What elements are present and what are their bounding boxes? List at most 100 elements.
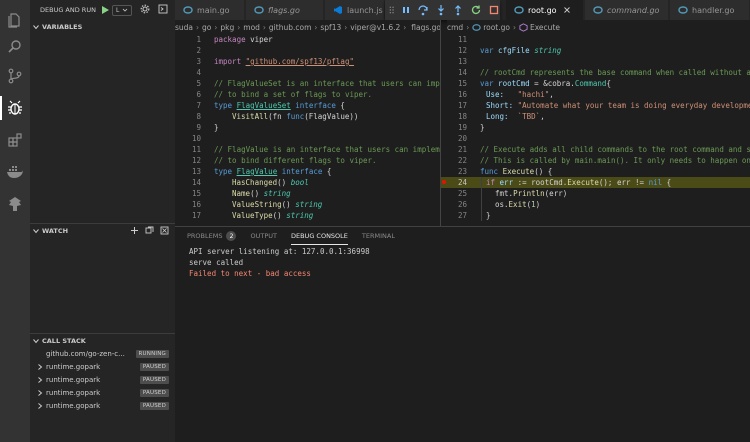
- breadcrumb-item[interactable]: Execute: [530, 23, 560, 32]
- bottom-panel: PROBLEMS 2 OUTPUT DEBUG CONSOLE TERMINAL…: [175, 226, 750, 442]
- breadcrumb-item[interactable]: pkg: [220, 23, 234, 32]
- tab-label: DEBUG CONSOLE: [290, 231, 348, 240]
- editor-root-go[interactable]: 11 12 var cfgFile string 13 14 // rootCmd …: [441, 34, 750, 226]
- add-expression-icon[interactable]: [130, 226, 139, 235]
- drag-handle-icon[interactable]: [389, 4, 394, 16]
- code-token: interface: [295, 101, 336, 110]
- code-token: Exit: [508, 200, 527, 209]
- code-token: ValueType: [232, 211, 273, 220]
- pause-icon[interactable]: [399, 3, 412, 17]
- launch-config-select[interactable]: L: [111, 4, 132, 16]
- stack-item-name: runtime.gopark: [46, 389, 101, 397]
- breadcrumb-item[interactable]: root.go: [483, 23, 510, 32]
- status-badge: PAUSED: [139, 363, 169, 371]
- line-number: 16: [191, 200, 201, 209]
- code-token: HasChanged: [232, 178, 278, 187]
- chevron-down-icon: [33, 228, 39, 233]
- stack-item-name: runtime.gopark: [46, 363, 101, 371]
- editor-flags-go[interactable]: 1 package viper 2 3 import "github.com/spf…: [175, 34, 440, 226]
- breadcrumb-item[interactable]: mod: [243, 23, 260, 32]
- tab-terminal[interactable]: TERMINAL: [362, 227, 395, 245]
- code-token: Use:: [486, 90, 505, 99]
- code-token: if: [486, 178, 496, 187]
- code-token: Execute: [567, 178, 599, 187]
- watch-section-header[interactable]: WATCH: [30, 223, 175, 237]
- restart-icon[interactable]: [470, 3, 483, 17]
- code-token: fmt.: [495, 189, 514, 198]
- line-number: 8: [196, 112, 201, 121]
- start-debugging-icon[interactable]: [100, 5, 110, 15]
- variables-section-header[interactable]: VARIABLES: [30, 20, 175, 34]
- status-badge: PAUSED: [139, 376, 169, 384]
- code-token: (err): [544, 189, 568, 198]
- code-token: viper: [245, 35, 273, 44]
- code-token: (); err !=: [598, 178, 649, 187]
- go-file-icon: [678, 6, 688, 14]
- line-number: 2: [196, 46, 201, 55]
- chevron-right-icon: [38, 377, 43, 383]
- breadcrumb-item[interactable]: flags.go: [411, 23, 440, 32]
- console-line: API server listening at: 127.0.0.1:36998: [189, 247, 370, 256]
- code-token: import: [214, 57, 242, 66]
- tab-label: PROBLEMS: [187, 232, 223, 240]
- breadcrumb-item[interactable]: spf13: [320, 23, 341, 32]
- tab-command-go[interactable]: command.go: [585, 0, 669, 20]
- stack-item[interactable]: github.com/go-zen-c... RUNNING: [30, 348, 175, 360]
- tab-main-go[interactable]: main.go: [175, 0, 245, 20]
- function-icon: [519, 22, 528, 32]
- code-token: {: [335, 101, 345, 110]
- remove-all-icon[interactable]: [160, 226, 169, 235]
- breadcrumb-item[interactable]: viper@v1.6.2: [350, 23, 400, 32]
- tab-debug-console[interactable]: DEBUG CONSOLE: [290, 227, 348, 245]
- breadcrumb-item[interactable]: go: [202, 23, 211, 32]
- tab-flags-go[interactable]: flags.go: [246, 0, 324, 20]
- line-number: 18: [457, 112, 467, 121]
- explorer-icon[interactable]: [3, 8, 27, 32]
- line-number: 24: [457, 178, 467, 187]
- line-number: 13: [457, 57, 467, 66]
- line-number: 7: [196, 101, 201, 110]
- tab-root-go[interactable]: root.go: [506, 0, 584, 20]
- step-out-icon[interactable]: [452, 3, 465, 17]
- code-token: string: [286, 211, 314, 220]
- code-token: Long:: [486, 112, 509, 121]
- line-number: 15: [457, 79, 467, 88]
- debug-console-toggle-icon[interactable]: [158, 4, 168, 16]
- code-token: string: [263, 189, 291, 198]
- stack-item[interactable]: runtime.gopark PAUSED: [30, 361, 175, 373]
- code-token: "hachi": [517, 90, 550, 99]
- tab-output[interactable]: OUTPUT: [250, 227, 277, 245]
- callstack-section-header[interactable]: CALL STACK: [30, 333, 175, 347]
- tab-handler-go[interactable]: handler.go: [670, 0, 750, 20]
- stack-item[interactable]: runtime.gopark PAUSED: [30, 374, 175, 386]
- line-number: 25: [457, 189, 467, 198]
- source-control-icon[interactable]: [3, 64, 27, 88]
- gear-icon[interactable]: [140, 4, 150, 16]
- docker-icon[interactable]: [3, 160, 27, 184]
- step-over-icon[interactable]: [417, 3, 430, 17]
- search-icon[interactable]: [3, 34, 27, 58]
- code-token: }: [214, 123, 219, 132]
- extensions-icon[interactable]: [3, 128, 27, 152]
- stop-icon[interactable]: [487, 3, 500, 17]
- code-token: err: [495, 178, 514, 187]
- close-icon[interactable]: [563, 6, 571, 14]
- breadcrumb-item[interactable]: github.com: [269, 23, 311, 32]
- code-token: `TBD`: [517, 112, 541, 121]
- tab-problems[interactable]: PROBLEMS 2: [187, 227, 237, 245]
- line-number: 13: [191, 167, 201, 176]
- breadcrumb-item[interactable]: suda: [175, 23, 193, 32]
- line-number: 19: [457, 123, 467, 132]
- debug-icon[interactable]: [0, 96, 27, 120]
- code-comment: // rootCmd represents the base command w…: [480, 68, 750, 77]
- stack-item[interactable]: runtime.gopark PAUSED: [30, 400, 175, 412]
- line-number: 17: [457, 101, 467, 110]
- code-token: {: [662, 178, 672, 187]
- collapse-all-icon[interactable]: [145, 226, 154, 235]
- breadcrumb-item[interactable]: cmd: [447, 23, 463, 32]
- tab-launch-js[interactable]: launch.js: [325, 0, 385, 20]
- code-token: {: [322, 167, 332, 176]
- stack-item[interactable]: runtime.gopark PAUSED: [30, 387, 175, 399]
- tree-icon[interactable]: [3, 192, 27, 216]
- step-into-icon[interactable]: [435, 3, 448, 17]
